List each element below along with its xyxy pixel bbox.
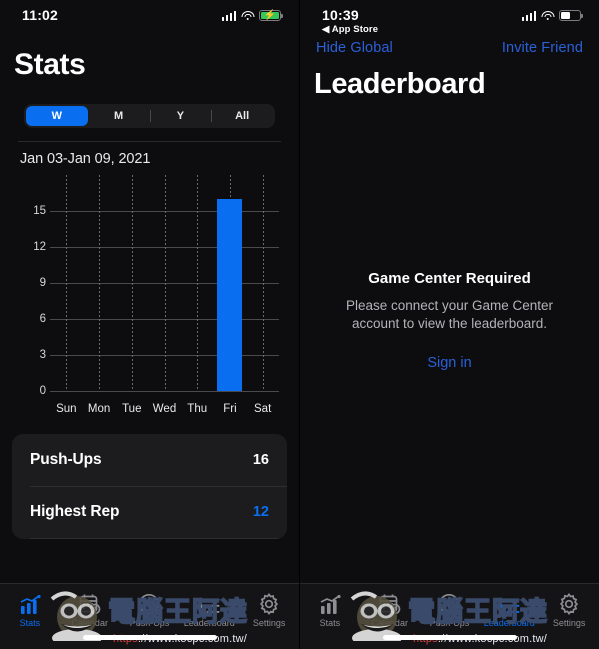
- status-icons: ⚡: [221, 7, 284, 21]
- status-left-group[interactable]: 10:39 ◀ App Store: [322, 7, 378, 35]
- chart-date-range: Jan 03-Jan 09, 2021: [20, 151, 151, 167]
- chart-gridline-x: [66, 175, 68, 391]
- chart-gridline-y: [50, 391, 279, 392]
- chart-xtick-label: Sun: [56, 403, 77, 415]
- list-star-icon: [498, 591, 520, 615]
- chart-ytick-label: 12: [33, 241, 46, 253]
- tab-push-ups[interactable]: Push-Ups: [420, 591, 480, 649]
- tab-leaderboard[interactable]: Leaderboard: [479, 591, 539, 649]
- list-item[interactable]: Push-Ups 16: [12, 434, 287, 486]
- page-title: Leaderboard: [314, 68, 486, 100]
- list-star-icon: [198, 591, 220, 615]
- chart-ytick-label: 6: [39, 313, 46, 325]
- tab-leaderboard[interactable]: Leaderboard: [179, 591, 239, 649]
- stat-value-pushups: 16: [252, 452, 269, 468]
- stat-value-highest-rep: 12: [252, 504, 269, 520]
- tab-calendar[interactable]: Calendar: [360, 591, 420, 649]
- invite-friend-button[interactable]: Invite Friend: [502, 40, 583, 56]
- segment-option-w[interactable]: W: [26, 106, 88, 126]
- tab-calendar[interactable]: Calendar: [60, 591, 120, 649]
- hide-global-button[interactable]: Hide Global: [316, 40, 393, 56]
- battery-charging-icon: ⚡: [259, 10, 284, 21]
- gear-icon: [258, 591, 280, 615]
- back-to-app-store-label[interactable]: ◀ App Store: [322, 24, 378, 35]
- chart-ytick-label: 15: [33, 205, 46, 217]
- status-bar-left: 11:02 ⚡: [0, 0, 299, 30]
- sign-in-link[interactable]: Sign in: [427, 355, 471, 371]
- cellular-bars-icon: [221, 10, 236, 21]
- status-bar-right: 10:39 ◀ App Store: [300, 0, 599, 35]
- gear-icon: [558, 591, 580, 615]
- stats-screen: 11:02 ⚡ Stats W M Y All Jan 03-Jan 09, 2…: [0, 0, 299, 649]
- chart-xtick-label: Wed: [152, 403, 177, 415]
- chart-ytick-label: 3: [39, 349, 46, 361]
- chart-bars-icon: [319, 591, 341, 615]
- empty-state-message: Please connect your Game Center account …: [345, 298, 554, 331]
- list-item[interactable]: Highest Rep 12: [12, 486, 287, 538]
- calendar-clock-icon: [79, 591, 101, 615]
- page-title: Stats: [14, 48, 86, 81]
- weekly-bar-chart: 0 3 6 9 12 15 Sun Mon Tue Wed Thu Fri Sat: [14, 175, 285, 418]
- home-indicator[interactable]: [82, 635, 217, 640]
- stats-list: Push-Ups 16 Highest Rep 12: [12, 434, 287, 539]
- tab-label: Push-Ups: [129, 618, 170, 628]
- stat-label-highest-rep: Highest Rep: [30, 503, 120, 520]
- period-segmented-control-wrap: W M Y All: [0, 82, 299, 128]
- chart-gridline-x: [197, 175, 199, 391]
- circle-icon: [438, 591, 460, 615]
- chart-plot-area: 0 3 6 9 12 15 Sun Mon Tue Wed Thu Fri Sat: [33, 175, 279, 415]
- tab-label: Stats: [19, 618, 41, 628]
- wifi-icon: [541, 10, 554, 21]
- dual-screenshot: 11:02 ⚡ Stats W M Y All Jan 03-Jan 09, 2…: [0, 0, 599, 649]
- tab-label: Leaderboard: [183, 618, 235, 628]
- tab-label: Leaderboard: [483, 618, 535, 628]
- chart-xtick-label: Sat: [254, 403, 272, 415]
- segment-option-all[interactable]: All: [211, 106, 273, 126]
- tab-settings[interactable]: Settings: [539, 591, 599, 649]
- tab-stats[interactable]: Stats: [300, 591, 360, 649]
- calendar-clock-icon: [379, 591, 401, 615]
- tab-push-ups[interactable]: Push-Ups: [120, 591, 180, 649]
- chart-gridline-x: [164, 175, 166, 391]
- circle-icon: [138, 591, 160, 615]
- tab-label: Calendar: [371, 618, 408, 628]
- chart-gridline-x: [131, 175, 133, 391]
- status-left-group: 11:02: [22, 7, 58, 23]
- tab-label: Stats: [319, 618, 341, 628]
- tab-label: Calendar: [71, 618, 108, 628]
- tab-label: Settings: [252, 618, 286, 628]
- segment-option-m[interactable]: M: [88, 106, 150, 126]
- chart-gridline-x: [99, 175, 101, 391]
- tab-label: Settings: [552, 618, 586, 628]
- tab-settings[interactable]: Settings: [239, 591, 299, 649]
- chart-gridline-x: [262, 175, 264, 391]
- wifi-icon: [241, 10, 254, 21]
- tab-stats[interactable]: Stats: [0, 591, 60, 649]
- leaderboard-screen: 10:39 ◀ App Store Hide Global Invite Fri…: [299, 0, 599, 649]
- status-time: 11:02: [22, 7, 59, 23]
- chart-card: Jan 03-Jan 09, 2021 0 3 6 9 12 15 Sun Mon Tue Wed…: [0, 141, 299, 418]
- status-icons: [521, 7, 584, 21]
- status-time: 10:39: [322, 7, 359, 23]
- tab-label: Push-Ups: [429, 618, 470, 628]
- chart-ytick-label: 9: [39, 277, 46, 289]
- chart-xtick-label: Fri: [223, 403, 237, 415]
- chart-xtick-label: Thu: [187, 403, 208, 415]
- battery-icon: [559, 10, 584, 21]
- chart-bar: [217, 199, 243, 391]
- chart-ytick-label: 0: [39, 385, 46, 397]
- stat-label-pushups: Push-Ups: [30, 451, 102, 468]
- period-segmented-control[interactable]: W M Y All: [24, 104, 275, 128]
- cellular-bars-icon: [521, 10, 536, 21]
- empty-state-heading: Game Center Required: [368, 270, 531, 287]
- chart-bars-icon: [19, 591, 41, 615]
- chart-xtick-label: Mon: [87, 403, 111, 415]
- chart-xtick-label: Tue: [122, 403, 142, 415]
- empty-state: Game Center Required Please connect your…: [300, 270, 599, 372]
- home-indicator[interactable]: [382, 635, 517, 640]
- segment-option-y[interactable]: Y: [149, 106, 212, 126]
